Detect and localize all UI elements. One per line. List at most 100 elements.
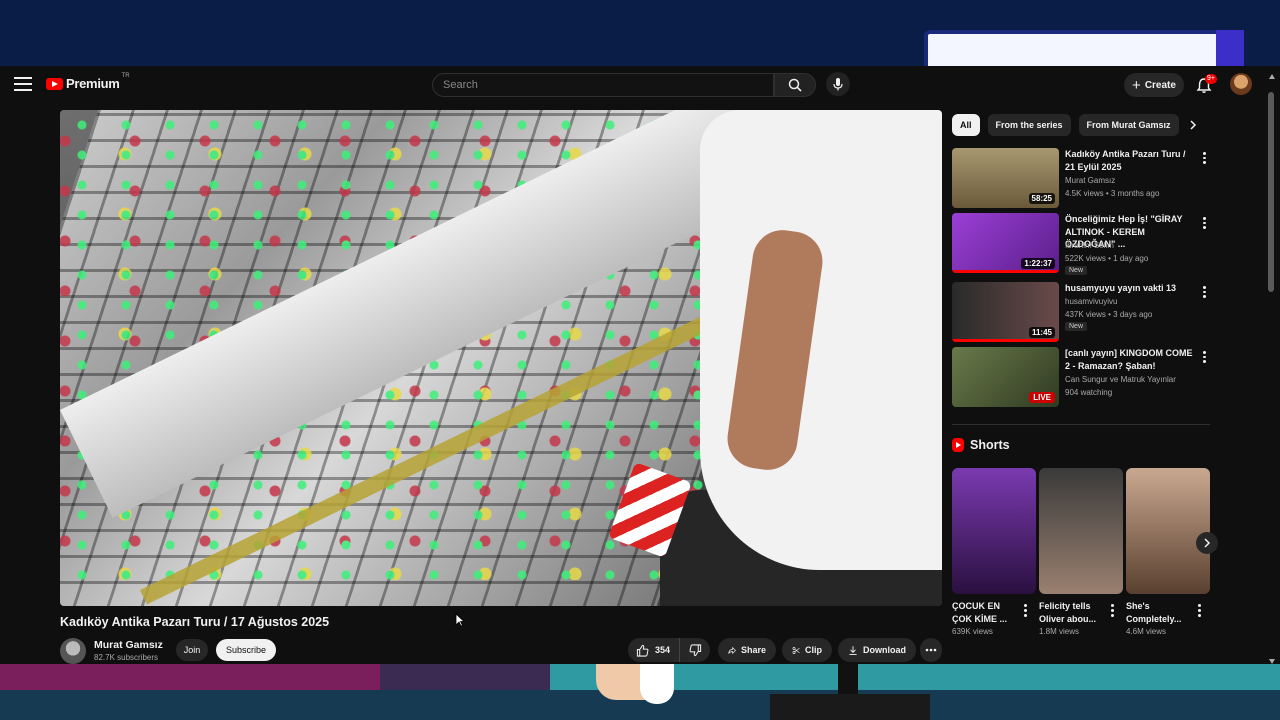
menu-icon[interactable] xyxy=(14,75,32,93)
channel-avatar[interactable] xyxy=(60,638,86,664)
more-vertical-icon[interactable] xyxy=(1198,602,1201,617)
desktop-post-sprite xyxy=(770,664,930,720)
more-vertical-icon[interactable] xyxy=(1111,602,1114,617)
desktop-strip xyxy=(0,664,380,690)
youtube-premium-logo[interactable]: Premium TR xyxy=(46,72,130,91)
scrollbar-thumb[interactable] xyxy=(1268,92,1274,292)
live-badge: LIVE xyxy=(1029,392,1055,403)
recommendation-channel: Murat Gamsız xyxy=(1065,176,1116,185)
recommendation-item[interactable]: LIVE [canlı yayın] KINGDOM COME 2 - Rama… xyxy=(952,347,1212,409)
desktop-strip xyxy=(380,664,550,690)
youtube-play-icon xyxy=(46,77,63,90)
recommendation-channel: İbrahim Selim xyxy=(1065,241,1114,250)
video-duration: 11:45 xyxy=(1028,327,1055,338)
filter-chips: All From the series From Murat Gamsız xyxy=(952,114,1179,136)
download-icon xyxy=(849,645,857,655)
short-views: 4.6M views xyxy=(1126,627,1167,636)
shorts-header: Shorts xyxy=(952,438,1010,452)
chip-from-the-series[interactable]: From the series xyxy=(987,114,1071,136)
mouse-cursor-icon xyxy=(455,613,465,627)
recommendation-channel: husamvivuyivu xyxy=(1065,297,1118,306)
video-thumbnail: 1:22:37 xyxy=(952,213,1059,273)
short-views: 1.8M views xyxy=(1039,627,1080,636)
search-button[interactable] xyxy=(774,73,816,97)
recommendation-channel: Can Sungur ve Matruk Yayınlar xyxy=(1065,375,1176,384)
plus-icon: + xyxy=(1132,76,1141,94)
chips-next-button[interactable] xyxy=(1184,116,1202,134)
channel-subscriber-count: 82.7K subscribers xyxy=(94,653,159,662)
short-title: She's Completely... xyxy=(1126,601,1182,624)
shorts-icon xyxy=(952,438,964,452)
short-title: ÇOCUK EN ÇOK KİME ... xyxy=(952,601,1008,624)
short-thumbnail xyxy=(952,468,1036,594)
share-button[interactable]: Share xyxy=(718,638,776,662)
logo-region: TR xyxy=(121,72,130,79)
subscribe-button[interactable]: Subscribe xyxy=(216,639,276,661)
like-button[interactable]: 354 xyxy=(628,638,680,662)
masthead: Premium TR + Create 9+ xyxy=(0,66,1280,102)
recommendation-meta: 904 watching xyxy=(1065,388,1113,397)
search-box xyxy=(432,73,774,97)
video-thumbnail: 11:45 xyxy=(952,282,1059,342)
more-vertical-icon[interactable] xyxy=(1200,150,1208,165)
short-item[interactable]: Felicity tells Oliver abou... 1.8M views xyxy=(1039,468,1123,636)
video-player[interactable] xyxy=(60,110,942,606)
notification-badge: 9+ xyxy=(1205,74,1217,84)
recommendation-item[interactable]: 1:22:37 Önceliğimiz Hep İş! "GİRAY ALTIN… xyxy=(952,213,1212,275)
new-badge: New xyxy=(1065,322,1088,331)
notifications-button[interactable]: 9+ xyxy=(1194,74,1217,96)
scroll-up-arrow-icon[interactable] xyxy=(1269,74,1275,79)
browser-window: Premium TR + Create 9+ Kadı xyxy=(0,66,1280,664)
more-vertical-icon[interactable] xyxy=(1024,602,1027,617)
recommendation-meta: 522K views • 1 day ago xyxy=(1065,254,1149,263)
video-duration: 1:22:37 xyxy=(1021,258,1055,269)
chip-from-channel[interactable]: From Murat Gamsız xyxy=(1078,114,1179,136)
video-thumbnail: LIVE xyxy=(952,347,1059,407)
search-input[interactable] xyxy=(443,79,773,91)
scissors-icon xyxy=(792,646,800,654)
video-title: Kadıköy Antika Pazarı Turu / 17 Ağustos … xyxy=(60,615,330,629)
scroll-down-arrow-icon[interactable] xyxy=(1269,659,1275,664)
chevron-right-icon xyxy=(1204,538,1211,548)
voice-search-button[interactable] xyxy=(826,72,850,96)
shorts-heading: Shorts xyxy=(970,438,1010,452)
more-vertical-icon[interactable] xyxy=(1200,349,1208,364)
download-button[interactable]: Download xyxy=(838,638,916,662)
user-avatar[interactable] xyxy=(1230,73,1252,95)
recommendation-title: [canlı yayın] KINGDOM COME 2 - Ramazan? … xyxy=(1065,348,1193,371)
recommendation-meta: 437K views • 3 days ago xyxy=(1065,310,1153,319)
more-vertical-icon[interactable] xyxy=(1200,284,1208,299)
create-label: Create xyxy=(1144,79,1176,91)
chevron-right-icon xyxy=(1190,120,1197,130)
chip-all[interactable]: All xyxy=(952,114,980,136)
more-vertical-icon[interactable] xyxy=(1200,215,1208,230)
recommendation-item[interactable]: 58:25 Kadıköy Antika Pazarı Turu / 21 Ey… xyxy=(952,148,1212,210)
more-horizontal-icon xyxy=(925,648,937,652)
microphone-icon xyxy=(833,78,843,91)
recommendation-meta: 4.5K views • 3 months ago xyxy=(1065,189,1160,198)
desktop-paper-sprite xyxy=(924,30,1244,70)
like-dislike-group: 354 xyxy=(628,638,710,662)
recommendation-item[interactable]: 11:45 husamyuyu yayın vakti 13 husamvivu… xyxy=(952,282,1212,344)
recommendation-title: husamyuyu yayın vakti 13 xyxy=(1065,283,1177,293)
channel-name[interactable]: Murat Gamsız xyxy=(94,639,163,651)
page-scrollbar[interactable] xyxy=(1268,74,1276,664)
new-badge: New xyxy=(1065,266,1088,275)
clip-button[interactable]: Clip xyxy=(782,638,832,662)
more-actions-button[interactable] xyxy=(920,638,942,662)
short-item[interactable]: ÇOCUK EN ÇOK KİME ... 639K views xyxy=(952,468,1036,636)
short-title: Felicity tells Oliver abou... xyxy=(1039,601,1097,624)
clip-label: Clip xyxy=(805,645,822,655)
create-button[interactable]: + Create xyxy=(1124,73,1184,97)
join-button[interactable]: Join xyxy=(176,639,208,661)
video-thumbnail: 58:25 xyxy=(952,148,1059,208)
short-views: 639K views xyxy=(952,627,993,636)
logo-text: Premium xyxy=(66,76,120,91)
desktop-cat-sprite-part xyxy=(640,664,674,704)
shorts-next-button[interactable] xyxy=(1196,532,1218,554)
section-divider xyxy=(952,424,1210,425)
short-thumbnail xyxy=(1126,468,1210,594)
dislike-button[interactable] xyxy=(680,638,710,662)
short-item[interactable]: She's Completely... 4.6M views xyxy=(1126,468,1210,636)
watch-progress xyxy=(952,339,1059,342)
